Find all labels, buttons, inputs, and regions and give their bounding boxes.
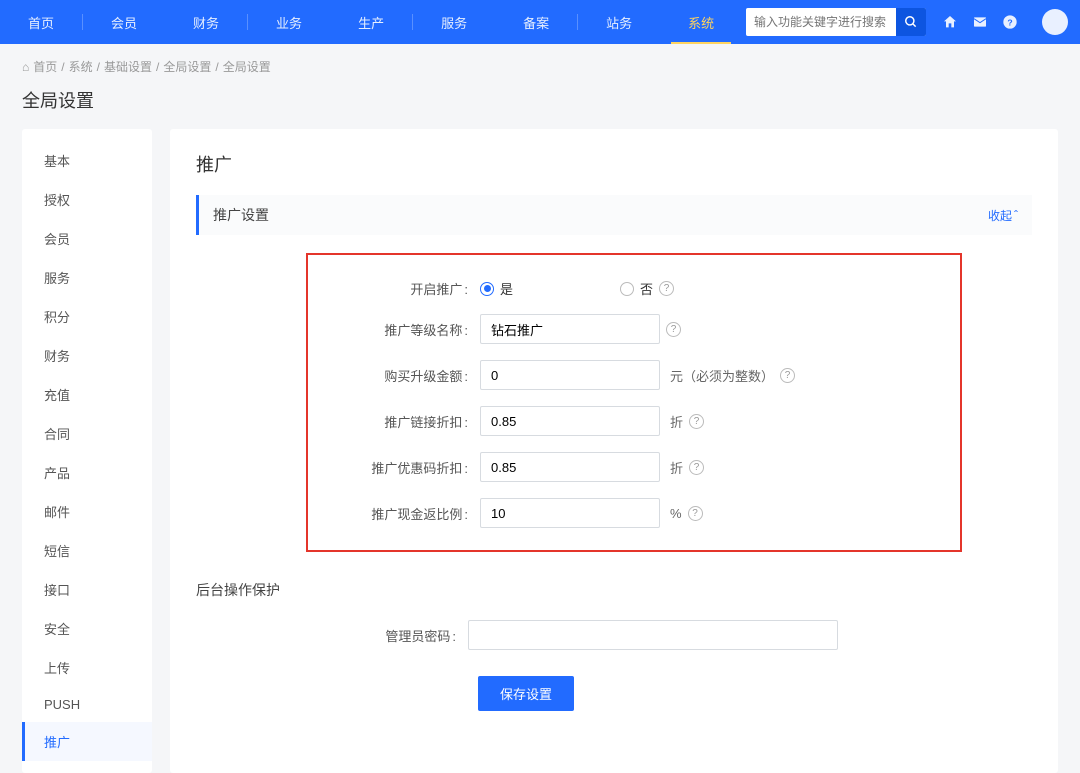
- collapse-toggle[interactable]: 收起 ˆ: [988, 207, 1018, 224]
- nav-item-business[interactable]: 业务: [248, 0, 330, 44]
- upgrade-input[interactable]: [480, 360, 660, 390]
- sidebar-item-security[interactable]: 安全: [22, 609, 152, 648]
- breadcrumb-link[interactable]: 全局设置: [163, 58, 211, 75]
- main-title: 推广: [196, 151, 1032, 177]
- mail-icon[interactable]: [972, 14, 988, 30]
- settings-sidebar: 基本 授权 会员 服务 积分 财务 充值 合同 产品 邮件 短信 接口 安全 上…: [22, 129, 152, 773]
- nav-item-member[interactable]: 会员: [83, 0, 165, 44]
- coupon-label: 推广优惠码折扣: [348, 458, 468, 477]
- page-title: 全局设置: [0, 83, 1080, 129]
- nav-item-service[interactable]: 服务: [413, 0, 495, 44]
- help-icon[interactable]: ?: [689, 414, 704, 429]
- sidebar-item-service[interactable]: 服务: [22, 258, 152, 297]
- search-button[interactable]: [896, 8, 926, 36]
- sidebar-item-upload[interactable]: 上传: [22, 648, 152, 687]
- help-icon[interactable]: ?: [688, 506, 703, 521]
- sidebar-item-basic[interactable]: 基本: [22, 141, 152, 180]
- nav-item-site[interactable]: 站务: [578, 0, 660, 44]
- search-box: [746, 8, 926, 36]
- level-label: 推广等级名称: [348, 320, 468, 339]
- sidebar-item-auth[interactable]: 授权: [22, 180, 152, 219]
- sidebar-item-promotion[interactable]: 推广: [22, 722, 152, 761]
- coupon-suffix: 折: [670, 458, 683, 477]
- top-navbar: 首页 会员 财务 业务 生产 服务 备案 站务 系统 ?: [0, 0, 1080, 44]
- cashback-input[interactable]: [480, 498, 660, 528]
- upgrade-label: 购买升级金额: [348, 366, 468, 385]
- cashback-label: 推广现金返比例: [348, 504, 468, 523]
- admin-pwd-label: 管理员密码: [346, 626, 456, 645]
- help-icon[interactable]: ?: [689, 460, 704, 475]
- chevron-up-icon: ˆ: [1014, 208, 1018, 222]
- sidebar-item-recharge[interactable]: 充值: [22, 375, 152, 414]
- sidebar-item-product[interactable]: 产品: [22, 453, 152, 492]
- breadcrumb-link[interactable]: 系统: [69, 58, 93, 75]
- section-title: 推广设置: [213, 205, 269, 225]
- nav-menu: 首页 会员 财务 业务 生产 服务 备案 站务 系统: [0, 0, 742, 44]
- link-suffix: 折: [670, 412, 683, 431]
- admin-pwd-input[interactable]: [468, 620, 838, 650]
- sidebar-item-points[interactable]: 积分: [22, 297, 152, 336]
- search-icon: [904, 15, 918, 29]
- enable-radio-yes[interactable]: 是: [480, 279, 513, 298]
- sidebar-item-push[interactable]: PUSH: [22, 687, 152, 722]
- home-icon[interactable]: [942, 14, 958, 30]
- help-icon[interactable]: ?: [666, 322, 681, 337]
- nav-item-production[interactable]: 生产: [330, 0, 412, 44]
- section-header: 推广设置 收起 ˆ: [196, 195, 1032, 235]
- nav-item-system[interactable]: 系统: [660, 0, 742, 44]
- search-input[interactable]: [746, 15, 896, 29]
- breadcrumb: ⌂ 首页/ 系统/ 基础设置/ 全局设置/ 全局设置: [0, 44, 1080, 83]
- top-icons: ?: [942, 9, 1068, 35]
- breadcrumb-link[interactable]: 基础设置: [104, 58, 152, 75]
- upgrade-suffix: 元（必须为整数）: [670, 366, 774, 385]
- help-icon[interactable]: ?: [780, 368, 795, 383]
- level-input[interactable]: [480, 314, 660, 344]
- sidebar-item-sms[interactable]: 短信: [22, 531, 152, 570]
- breadcrumb-home-icon: ⌂: [22, 60, 29, 74]
- link-label: 推广链接折扣: [348, 412, 468, 431]
- breadcrumb-current: 全局设置: [223, 58, 271, 75]
- main-content: 推广 推广设置 收起 ˆ 开启推广 是 否 ?: [170, 129, 1058, 773]
- help-icon[interactable]: ?: [659, 281, 674, 296]
- nav-item-home[interactable]: 首页: [0, 0, 82, 44]
- sidebar-item-mail[interactable]: 邮件: [22, 492, 152, 531]
- promotion-settings-box: 开启推广 是 否 ? 推广等级名称 ?: [306, 253, 962, 552]
- breadcrumb-link[interactable]: 首页: [33, 58, 57, 75]
- sidebar-item-contract[interactable]: 合同: [22, 414, 152, 453]
- link-discount-input[interactable]: [480, 406, 660, 436]
- help-icon[interactable]: ?: [1002, 14, 1018, 30]
- enable-label: 开启推广: [348, 279, 468, 298]
- nav-item-beian[interactable]: 备案: [495, 0, 577, 44]
- cashback-suffix: %: [670, 506, 682, 521]
- sidebar-item-finance[interactable]: 财务: [22, 336, 152, 375]
- save-button[interactable]: 保存设置: [478, 676, 574, 711]
- sidebar-item-api[interactable]: 接口: [22, 570, 152, 609]
- avatar[interactable]: [1042, 9, 1068, 35]
- enable-radio-no[interactable]: 否: [620, 279, 653, 298]
- protect-title: 后台操作保护: [196, 580, 1032, 600]
- svg-text:?: ?: [1007, 17, 1012, 27]
- nav-item-finance[interactable]: 财务: [165, 0, 247, 44]
- coupon-discount-input[interactable]: [480, 452, 660, 482]
- sidebar-item-member[interactable]: 会员: [22, 219, 152, 258]
